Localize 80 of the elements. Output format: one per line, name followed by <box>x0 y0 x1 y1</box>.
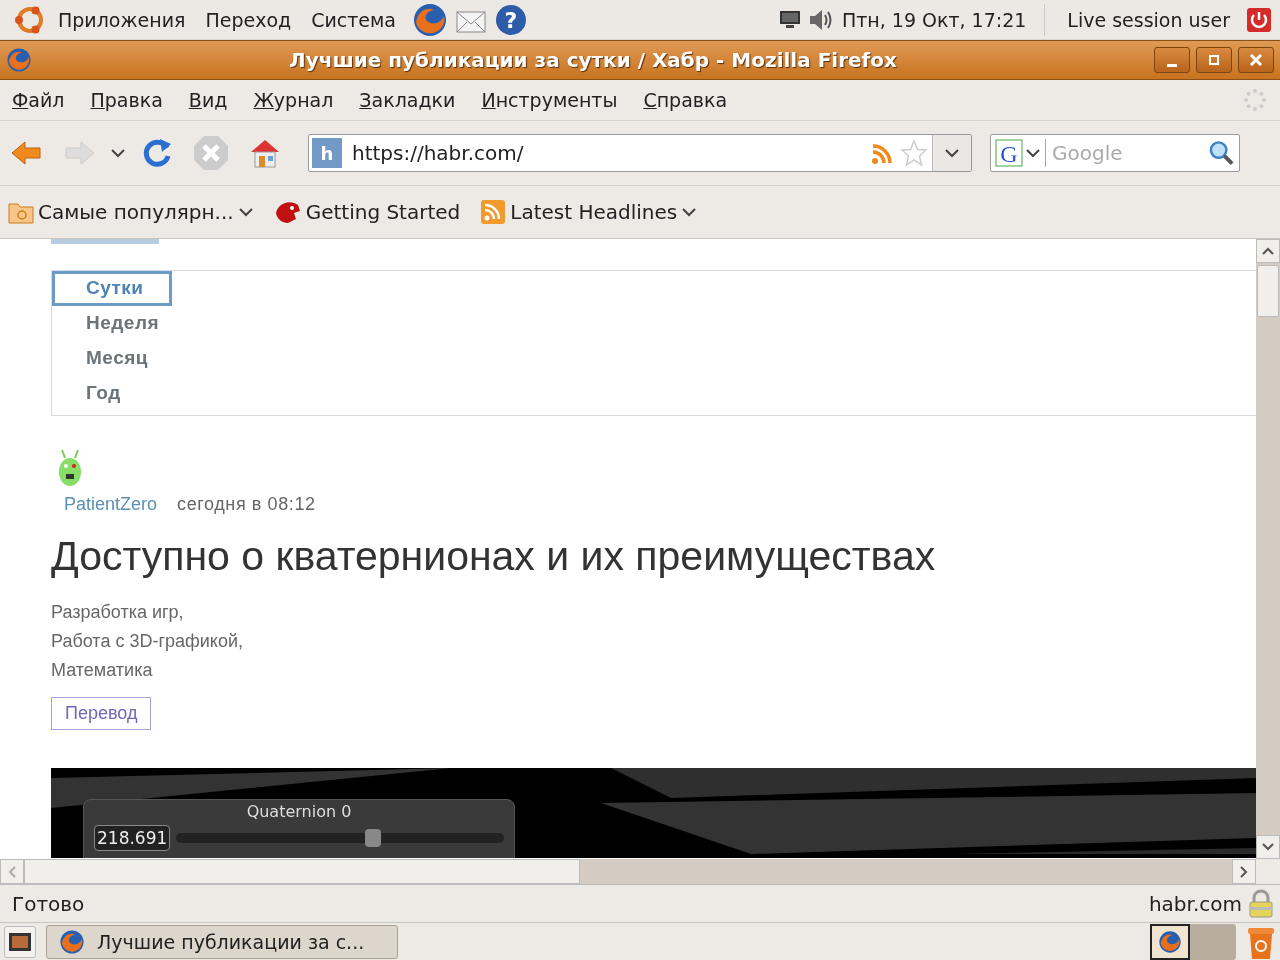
period-tab[interactable]: Неделя <box>52 306 172 341</box>
search-field[interactable]: G Google <box>990 134 1240 172</box>
chevron-left-icon <box>7 864 17 879</box>
status-text: Готово <box>12 891 85 916</box>
hub-link[interactable]: Разработка игр, <box>51 602 1256 623</box>
bookmark-item[interactable]: Latest Headlines <box>480 199 698 225</box>
hub-link[interactable]: Работа с 3D-графикой, <box>51 631 1256 652</box>
menu-item[interactable]: Закладки <box>359 89 456 111</box>
slider-caption: Quaternion 0 <box>246 802 352 821</box>
horizontal-scrollbar[interactable] <box>0 859 1280 885</box>
workspace-switcher[interactable] <box>1150 923 1236 960</box>
url-dropdown[interactable] <box>932 135 971 171</box>
panel-menu[interactable]: Переход <box>201 8 302 31</box>
dinosaur-head-icon <box>273 199 302 225</box>
post-title[interactable]: Доступно о кватернионах и их преимуществах <box>51 533 1256 580</box>
star-icon[interactable] <box>900 139 928 167</box>
desktop-icon <box>8 931 32 952</box>
help-icon[interactable]: ? <box>494 2 528 37</box>
search-engine-logo-icon: G <box>995 139 1023 167</box>
minimize-button[interactable] <box>1154 47 1190 73</box>
search-icon[interactable] <box>1208 139 1235 167</box>
period-tab[interactable]: Месяц <box>52 341 172 376</box>
value-field[interactable]: 218.691 <box>94 825 171 851</box>
minimize-icon <box>1167 63 1177 67</box>
stop-icon <box>192 134 230 172</box>
site-favicon-icon: h <box>312 138 342 168</box>
show-desktop-button[interactable] <box>4 925 36 958</box>
window-title: Лучшие публикации за сутки / Хабр - Mozilla Firefox <box>288 48 898 72</box>
speaker-icon[interactable] <box>807 7 834 32</box>
post-time: сегодня в 08:12 <box>177 494 316 515</box>
menu-item[interactable]: Файл <box>12 89 65 111</box>
menu-item[interactable]: Журнал <box>253 89 334 111</box>
scroll-down-button[interactable] <box>1256 835 1280 859</box>
rss-feed-icon <box>480 199 507 225</box>
translation-label[interactable]: Перевод <box>51 697 152 730</box>
author-link[interactable]: PatientZero <box>64 494 158 515</box>
firefox-icon[interactable] <box>412 1 448 38</box>
chevron-down-icon <box>110 147 126 159</box>
panel-menu[interactable]: Система <box>307 8 406 31</box>
menu-item[interactable]: Правка <box>90 89 163 111</box>
panel-menu[interactable]: Приложения <box>54 8 196 31</box>
power-icon[interactable] <box>1246 6 1272 33</box>
url-field[interactable]: h https://habr.com/ <box>308 134 972 172</box>
chevron-down-icon <box>944 147 960 159</box>
session-user[interactable]: Live session user <box>1063 8 1240 31</box>
throbber-icon <box>1242 87 1268 113</box>
menu-item[interactable]: Инструменты <box>481 89 618 111</box>
bookmark-item[interactable]: Getting Started <box>273 199 461 225</box>
hub-link[interactable]: Математика <box>51 660 1256 681</box>
maximize-button[interactable] <box>1196 47 1232 73</box>
search-engine-selector[interactable]: G <box>995 139 1046 167</box>
folder-icon <box>8 200 34 224</box>
status-host: habr.com <box>1148 891 1242 916</box>
firefox-icon[interactable] <box>6 47 32 73</box>
maximize-icon <box>1207 53 1221 67</box>
scroll-up-button[interactable] <box>1256 239 1280 263</box>
scroll-thumb[interactable] <box>24 859 580 884</box>
period-tab[interactable]: Год <box>52 376 172 411</box>
taskbar-window-button[interactable]: Лучшие публикации за с... <box>46 924 398 959</box>
scroll-right-button[interactable] <box>1232 859 1256 884</box>
chevron-down-icon <box>681 206 698 218</box>
chevron-down-icon <box>1025 147 1041 159</box>
firefox-icon <box>1157 929 1183 954</box>
slider-thumb[interactable] <box>364 829 381 847</box>
scroll-thumb[interactable] <box>1257 265 1279 317</box>
back-arrow-icon <box>10 138 44 168</box>
vertical-scrollbar[interactable] <box>1256 239 1280 859</box>
close-icon <box>1249 53 1263 67</box>
period-tab[interactable]: Сутки <box>52 271 172 306</box>
clock[interactable]: Птн, 19 Окт, 17:21 <box>841 8 1027 31</box>
menu-item[interactable]: Вид <box>188 89 228 111</box>
firefox-icon <box>59 928 85 955</box>
chevron-down-icon <box>1261 842 1275 852</box>
chevron-right-icon <box>1239 864 1249 879</box>
bookmark-item[interactable]: Самые популярн... <box>8 200 254 224</box>
close-button[interactable] <box>1238 47 1274 73</box>
chevron-up-icon <box>1261 246 1275 256</box>
avatar-icon[interactable] <box>56 448 84 488</box>
chevron-down-icon <box>237 206 254 218</box>
menu-item[interactable]: Справка <box>643 89 728 111</box>
